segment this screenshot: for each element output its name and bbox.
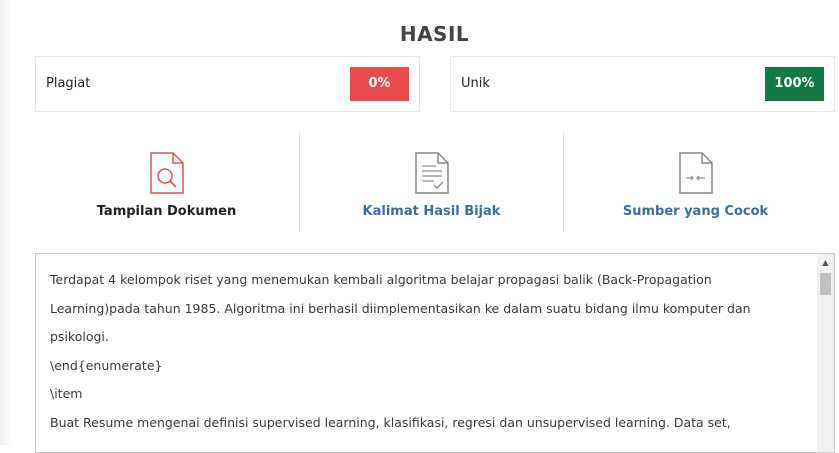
unik-label: Unik <box>461 76 490 91</box>
document-text-line: Learning)pada tahun 1985. Algoritma ini … <box>50 300 751 316</box>
plagiat-card: Plagiat 0% <box>35 56 420 112</box>
plagiat-percentage-badge: 0% <box>350 67 409 101</box>
document-text-line: \end{enumerate} <box>50 357 163 373</box>
tab-tampilan-dokumen-label: Tampilan Dokumen <box>96 204 237 219</box>
unik-percentage-badge: 100% <box>765 67 824 101</box>
scrollbar-thumb[interactable] <box>820 273 831 295</box>
plagiat-label: Plagiat <box>46 76 91 91</box>
result-title: HASIL <box>399 22 470 46</box>
tab-kalimat-hasil-bijak-label: Kalimat Hasil Bijak <box>362 204 501 219</box>
document-text-line: psikologi. <box>50 329 109 344</box>
tab-tampilan-dokumen[interactable]: Tampilan Dokumen <box>35 132 298 232</box>
document-search-icon <box>149 152 184 194</box>
document-text-area[interactable]: Terdapat 4 kelompok riset yang menemukan… <box>35 253 835 453</box>
document-text-line: \item <box>50 386 83 401</box>
document-text-line: Buat Resume mengenai definisi supervised… <box>50 414 731 430</box>
tab-kalimat-hasil-bijak[interactable]: Kalimat Hasil Bijak <box>299 132 563 232</box>
vertical-scrollbar[interactable]: ▲ <box>817 254 834 452</box>
unik-card: Unik 100% <box>450 56 835 112</box>
tab-sumber-yang-cocok[interactable]: Sumber yang Cocok <box>563 132 827 232</box>
tab-sumber-yang-cocok-label: Sumber yang Cocok <box>622 204 769 219</box>
document-check-icon <box>414 152 449 194</box>
document-text-content: Terdapat 4 kelompok riset yang menemukan… <box>50 266 810 437</box>
page-left-shadow <box>0 0 12 445</box>
document-text-line: Terdapat 4 kelompok riset yang menemukan… <box>50 272 712 287</box>
scroll-up-arrow-icon[interactable]: ▲ <box>817 254 834 271</box>
document-compare-icon <box>678 152 713 194</box>
